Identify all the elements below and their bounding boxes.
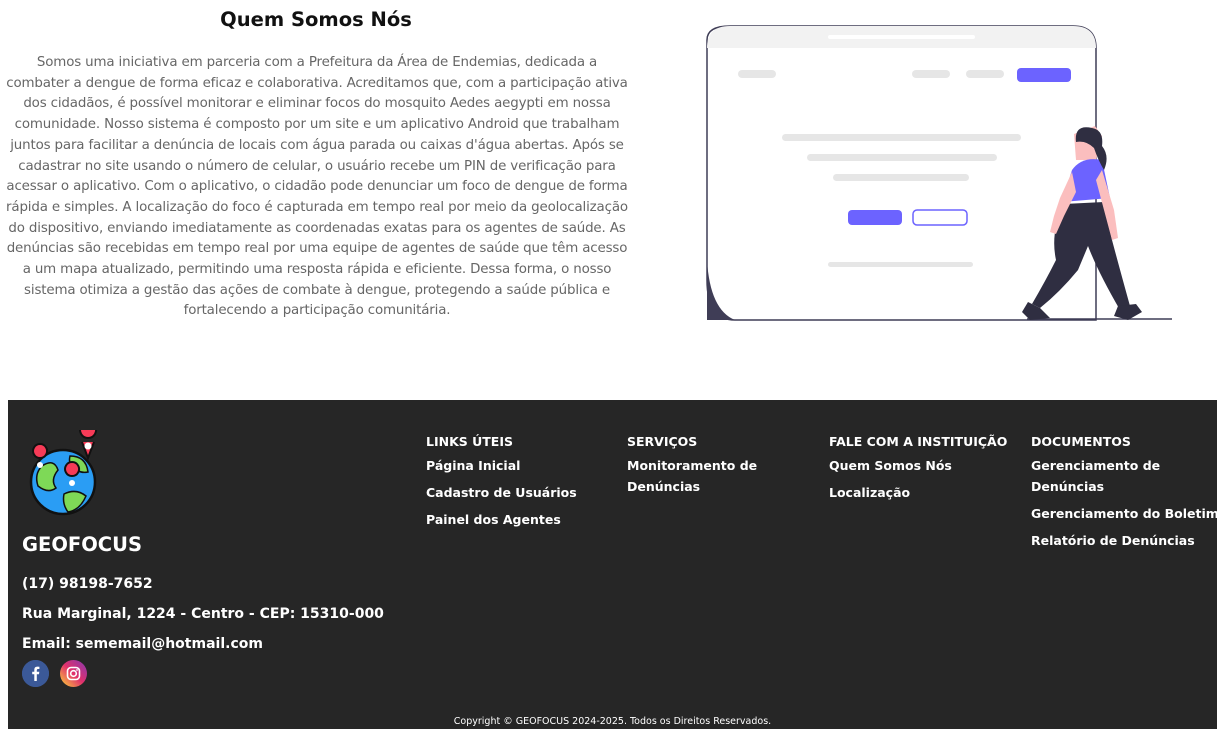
social-links bbox=[22, 660, 87, 687]
footer-link-localizacao[interactable]: Localização bbox=[829, 483, 1009, 504]
footer-link-gerenciamento-denuncias[interactable]: Gerenciamento de Denúncias bbox=[1031, 456, 1171, 497]
footer-link-monitoramento-denuncias[interactable]: Monitoramento de Denúncias bbox=[627, 456, 767, 497]
instagram-link[interactable] bbox=[60, 660, 87, 687]
about-section: Quem Somos Nós Somos uma iniciativa em p… bbox=[0, 0, 1217, 400]
walking-person-illustration bbox=[706, 25, 1172, 321]
footer-column-servicos: SERVIÇOS Monitoramento de Denúncias bbox=[627, 434, 767, 504]
footer-link-cadastro-usuarios[interactable]: Cadastro de Usuários bbox=[426, 483, 596, 504]
column-title: DOCUMENTOS bbox=[1031, 434, 1131, 449]
about-description: Somos uma iniciativa em parceria com a P… bbox=[6, 55, 628, 319]
contact-phone: (17) 98198-7652 bbox=[22, 576, 153, 592]
footer-link-gerenciamento-boletim[interactable]: Gerenciamento do Boletim bbox=[1031, 504, 1217, 525]
footer-column-links-uteis: LINKS ÚTEIS Página Inicial Cadastro de U… bbox=[426, 434, 596, 537]
instagram-icon bbox=[60, 660, 87, 687]
contact-address: Rua Marginal, 1224 - Centro - CEP: 15310… bbox=[22, 606, 384, 622]
facebook-icon bbox=[22, 660, 49, 687]
contact-email: Email: sememail@hotmail.com bbox=[22, 636, 263, 652]
footer-link-quem-somos[interactable]: Quem Somos Nós bbox=[829, 456, 1009, 477]
copyright-text: Copyright © GEOFOCUS 2024-2025. Todos os… bbox=[453, 716, 772, 727]
footer-link-relatorio-denuncias[interactable]: Relatório de Denúncias bbox=[1031, 531, 1211, 552]
footer-link-pagina-inicial[interactable]: Página Inicial bbox=[426, 456, 596, 477]
column-title: SERVIÇOS bbox=[627, 434, 698, 449]
facebook-link[interactable] bbox=[22, 660, 49, 687]
column-title: FALE COM A INSTITUIÇÃO bbox=[829, 434, 1008, 449]
footer-column-documentos: DOCUMENTOS Gerenciamento de Denúncias Ge… bbox=[1031, 434, 1217, 558]
footer-column-fale-com-instituicao: FALE COM A INSTITUIÇÃO Quem Somos Nós Lo… bbox=[829, 434, 1009, 510]
about-title: Quem Somos Nós bbox=[220, 8, 412, 31]
brand-name: GEOFOCUS bbox=[22, 533, 142, 556]
footer-link-painel-agentes[interactable]: Painel dos Agentes bbox=[426, 510, 596, 531]
site-footer: GEOFOCUS (17) 98198-7652 Rua Marginal, 1… bbox=[8, 400, 1217, 729]
column-title: LINKS ÚTEIS bbox=[426, 434, 513, 449]
globe-pin-logo-icon bbox=[29, 430, 97, 516]
